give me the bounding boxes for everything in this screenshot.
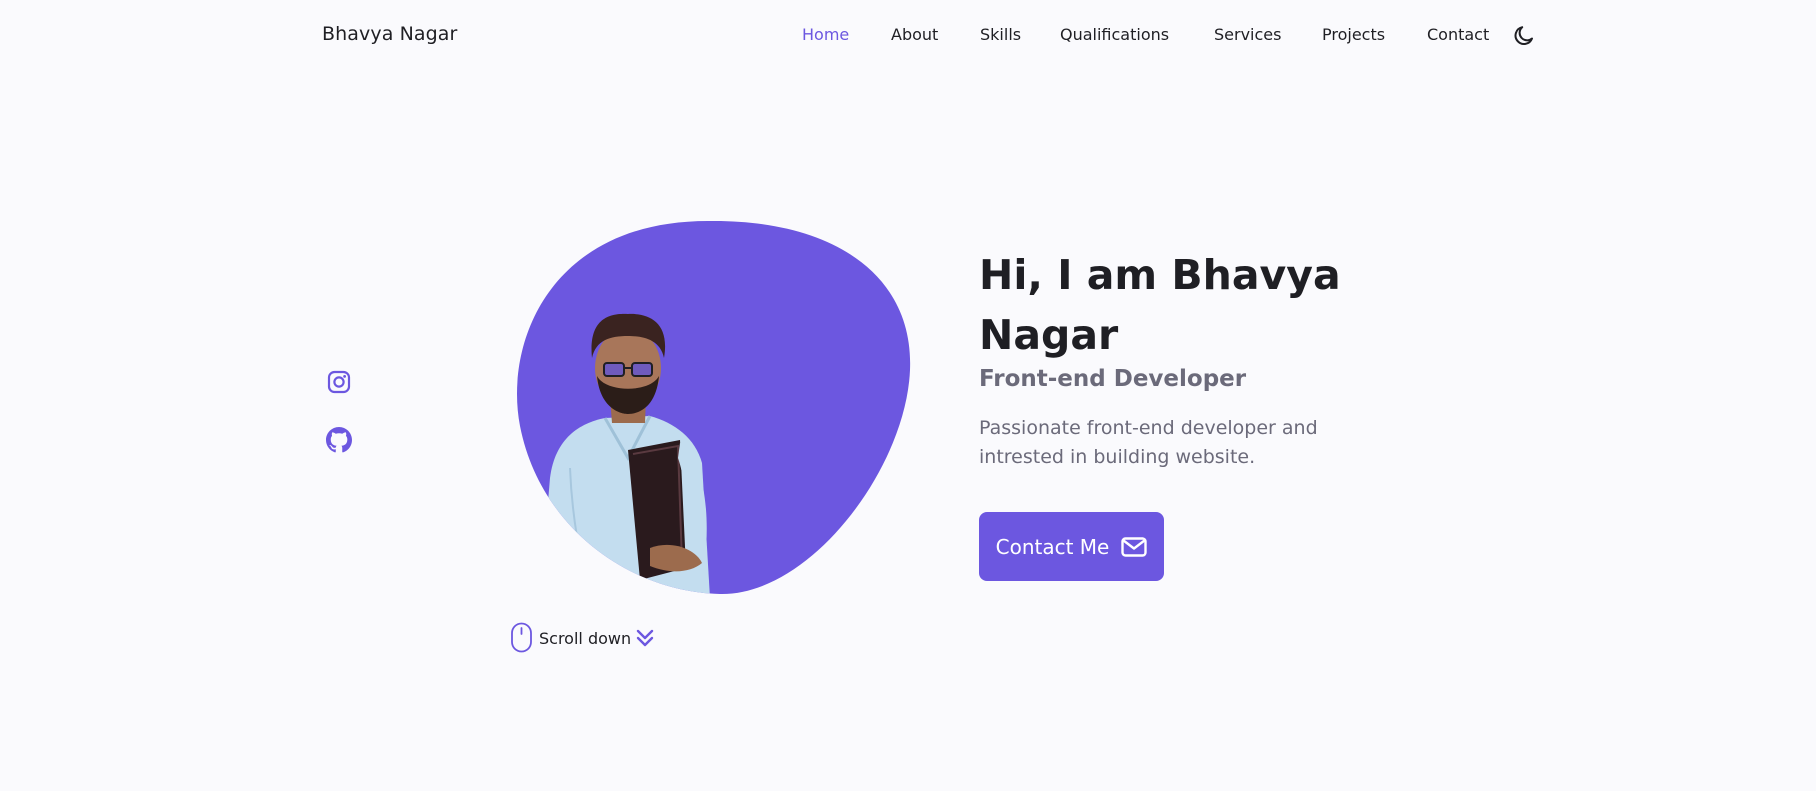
nav-item-services[interactable]: Services — [1214, 25, 1281, 44]
contact-me-label: Contact Me — [995, 534, 1110, 559]
double-chevron-down-icon — [636, 629, 654, 647]
nav-item-about[interactable]: About — [891, 25, 938, 44]
instagram-icon[interactable] — [326, 369, 352, 395]
nav-menu: Home About Skills Qualifications Service… — [0, 25, 1816, 49]
nav-item-skills[interactable]: Skills — [980, 25, 1021, 44]
nav-item-home[interactable]: Home — [802, 25, 849, 44]
profile-image — [510, 218, 914, 596]
nav-item-projects[interactable]: Projects — [1322, 25, 1385, 44]
scroll-down-link[interactable]: Scroll down — [510, 622, 654, 654]
contact-me-button[interactable]: Contact Me — [979, 512, 1164, 581]
hero-subtitle: Front-end Developer — [979, 366, 1247, 392]
scroll-down-label: Scroll down — [539, 628, 632, 648]
nav-item-contact[interactable]: Contact — [1427, 25, 1489, 44]
mouse-icon — [511, 622, 532, 653]
profile-blob — [517, 220, 911, 595]
mail-icon — [1121, 536, 1148, 557]
hero-title: Hi, I am Bhavya Nagar — [979, 251, 1341, 359]
header: Bhavya Nagar Home About Skills Qualifica… — [0, 0, 1816, 72]
moon-icon[interactable] — [1512, 24, 1536, 48]
nav-item-qualifications[interactable]: Qualifications — [1060, 25, 1169, 44]
github-icon[interactable] — [326, 427, 352, 453]
hero-description: Passionate front-end developer and intre… — [979, 417, 1318, 468]
